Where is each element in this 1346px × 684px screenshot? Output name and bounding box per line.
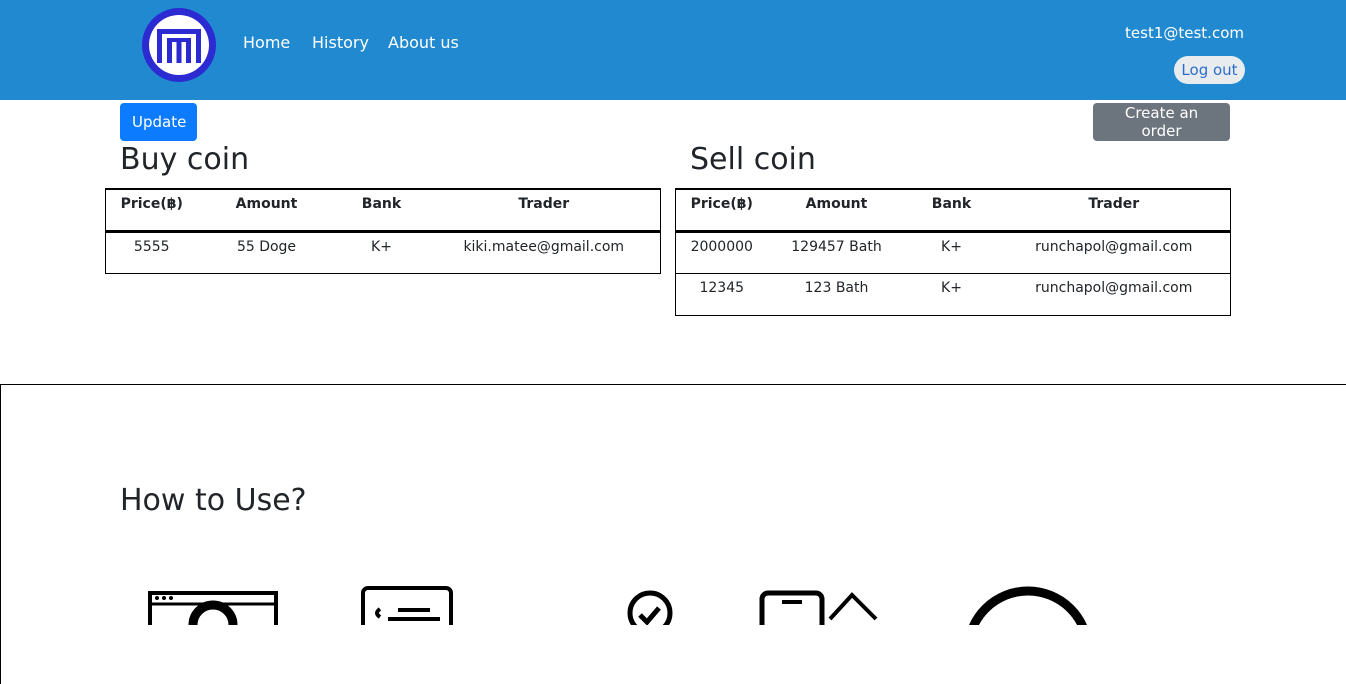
phone-transfer-icon: [759, 590, 878, 625]
circle-icon: [968, 586, 1088, 625]
bank-cell: K+: [335, 231, 428, 274]
bank-cell: K+: [905, 273, 998, 316]
amount-column-header: Amount: [767, 188, 906, 233]
logout-button[interactable]: Log out: [1174, 56, 1245, 84]
check-circle-icon: [627, 590, 673, 625]
trader-cell: runchapol@gmail.com: [997, 231, 1231, 274]
browser-user-icon: [148, 591, 278, 625]
trader-column-header: Trader: [427, 188, 661, 233]
price-cell: 12345: [675, 273, 768, 316]
trader-column-header: Trader: [997, 188, 1231, 233]
table-row[interactable]: 2000000 129457 Bath K+ runchapol@gmail.c…: [675, 231, 1231, 274]
buy-coin-title: Buy coin: [120, 142, 250, 177]
price-cell: 5555: [105, 231, 198, 274]
form-card-icon: [361, 586, 453, 625]
bank-column-header: Bank: [905, 188, 998, 233]
how-to-use-section: [0, 384, 1346, 684]
price-column-header: Price(฿): [105, 188, 198, 233]
update-button[interactable]: Update: [120, 103, 197, 141]
amount-cell: 55 Doge: [197, 231, 336, 274]
sell-coin-title: Sell coin: [690, 142, 816, 177]
amount-cell: 129457 Bath: [767, 231, 906, 274]
site-logo[interactable]: [140, 7, 218, 83]
price-column-header: Price(฿): [675, 188, 768, 233]
nav-history-link[interactable]: History: [312, 33, 369, 52]
trader-cell: runchapol@gmail.com: [997, 273, 1231, 316]
amount-cell: 123 Bath: [767, 273, 906, 316]
nav-home-link[interactable]: Home: [243, 33, 290, 52]
user-email: test1@test.com: [1125, 24, 1244, 42]
price-cell: 2000000: [675, 231, 768, 274]
buy-orders-table: Price(฿) Amount Bank Trader 5555 55 Doge…: [105, 188, 661, 274]
bank-cell: K+: [905, 231, 998, 274]
table-row[interactable]: 12345 123 Bath K+ runchapol@gmail.com: [675, 273, 1231, 316]
table-header-row: Price(฿) Amount Bank Trader: [105, 188, 661, 233]
table-row[interactable]: 5555 55 Doge K+ kiki.matee@gmail.com: [105, 231, 661, 274]
nav-about-link[interactable]: About us: [388, 33, 459, 52]
amount-column-header: Amount: [197, 188, 336, 233]
bank-column-header: Bank: [335, 188, 428, 233]
how-to-use-title: How to Use?: [120, 483, 307, 518]
table-header-row: Price(฿) Amount Bank Trader: [675, 188, 1231, 233]
trader-cell: kiki.matee@gmail.com: [427, 231, 661, 274]
create-order-button[interactable]: Create an order: [1093, 103, 1230, 141]
navbar: Home History About us test1@test.com Log…: [0, 0, 1346, 100]
sell-orders-table: Price(฿) Amount Bank Trader 2000000 1294…: [675, 188, 1231, 316]
